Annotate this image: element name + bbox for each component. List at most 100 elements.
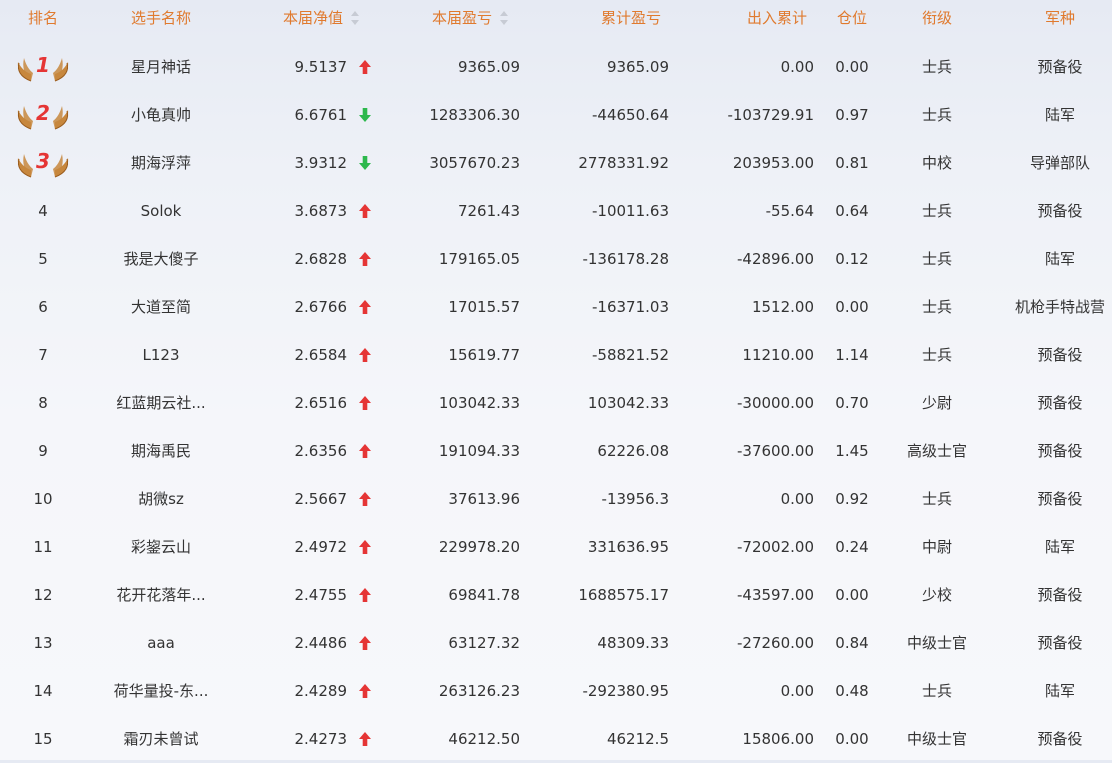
inout-value: 203953.00 xyxy=(732,154,814,172)
table-row[interactable]: 8 红蓝期云社... 2.6516 103042.33 103042.33 -3… xyxy=(0,379,1112,427)
table-row[interactable]: 12 花开花落年... 2.4755 69841.78 1688575.17 -… xyxy=(0,571,1112,619)
pl-value: 103042.33 xyxy=(438,394,520,412)
rank-number: 2 xyxy=(36,101,50,125)
player-name[interactable]: 小龟真帅 xyxy=(80,91,242,139)
player-name[interactable]: 花开花落年... xyxy=(80,571,242,619)
position-value: 1.14 xyxy=(835,346,869,364)
player-name[interactable]: 荷华量投-东... xyxy=(80,667,242,715)
nav-value: 2.6356 xyxy=(294,442,348,460)
rank-cell: 5 xyxy=(14,235,72,283)
position-value: 0.92 xyxy=(835,490,869,508)
table-header: 排名 选手名称 本届净值 本届盈亏 累计盈亏 出入累计 仓位 衔级 军种 xyxy=(0,0,1112,38)
pl-value: 46212.50 xyxy=(448,730,520,748)
header-pl[interactable]: 本届盈亏 xyxy=(432,0,532,38)
up-arrow-icon xyxy=(358,443,372,459)
rank-number: 7 xyxy=(38,346,48,364)
table-row[interactable]: 4 Solok 3.6873 7261.43 -10011.63 -55.64 … xyxy=(0,187,1112,235)
inout-value: -30000.00 xyxy=(737,394,814,412)
branch-value: 预备役 xyxy=(1037,730,1083,748)
rank-cell: 13 xyxy=(14,619,72,667)
table-row[interactable]: 2 小龟真帅 6.6761 1283306.30 -44650.64 -1037… xyxy=(0,91,1112,139)
table-row[interactable]: 3 期海浮萍 3.9312 3057670.23 2778331.92 2039… xyxy=(0,139,1112,187)
player-name[interactable]: aaa xyxy=(80,619,242,667)
player-name[interactable]: 期海浮萍 xyxy=(80,139,242,187)
rank-cell: 1 xyxy=(14,43,72,91)
header-name: 选手名称 xyxy=(130,9,191,27)
pl-value: 37613.96 xyxy=(448,490,520,508)
header-cum-pl: 累计盈亏 xyxy=(601,9,662,27)
player-name[interactable]: 胡微sz xyxy=(80,475,242,523)
cum-pl-value: 331636.95 xyxy=(587,538,669,556)
table-row[interactable]: 7 L123 2.6584 15619.77 -58821.52 11210.0… xyxy=(0,331,1112,379)
table-row[interactable]: 5 我是大傻子 2.6828 179165.05 -136178.28 -428… xyxy=(0,235,1112,283)
up-arrow-icon xyxy=(358,491,372,507)
table-row[interactable]: 11 彩鋆云山 2.4972 229978.20 331636.95 -7200… xyxy=(0,523,1112,571)
inout-value: -72002.00 xyxy=(737,538,814,556)
position-value: 0.70 xyxy=(835,394,869,412)
nav-value: 9.5137 xyxy=(294,58,348,76)
position-value: 0.00 xyxy=(835,586,869,604)
rank-cell: 14 xyxy=(14,667,72,715)
down-arrow-icon xyxy=(358,155,372,171)
pl-value: 69841.78 xyxy=(448,586,520,604)
nav-value: 2.4289 xyxy=(294,682,348,700)
nav-value: 2.4273 xyxy=(294,730,348,748)
rank-number: 8 xyxy=(38,394,48,412)
player-name[interactable]: 期海禹民 xyxy=(80,427,242,475)
table-row[interactable]: 13 aaa 2.4486 63127.32 48309.33 -27260.0… xyxy=(0,619,1112,667)
inout-value: -42896.00 xyxy=(737,250,814,268)
cum-pl-value: 62226.08 xyxy=(597,442,669,460)
table-row[interactable]: 10 胡微sz 2.5667 37613.96 -13956.3 0.00 0.… xyxy=(0,475,1112,523)
table-row[interactable]: 14 荷华量投-东... 2.4289 263126.23 -292380.95… xyxy=(0,667,1112,715)
rank-cell: 6 xyxy=(14,283,72,331)
nav-value: 3.9312 xyxy=(294,154,348,172)
player-name[interactable]: 红蓝期云社... xyxy=(80,379,242,427)
player-name[interactable]: Solok xyxy=(80,187,242,235)
rank-number: 15 xyxy=(33,730,53,748)
up-arrow-icon xyxy=(358,683,372,699)
header-title: 衔级 xyxy=(921,9,952,27)
up-arrow-icon xyxy=(358,731,372,747)
pl-value: 7261.43 xyxy=(457,202,520,220)
table-row[interactable]: 15 霜刃未曾试 2.4273 46212.50 46212.5 15806.0… xyxy=(0,715,1112,763)
sort-icon[interactable] xyxy=(500,10,509,25)
inout-value: -43597.00 xyxy=(737,586,814,604)
cum-pl-value: 9365.09 xyxy=(606,58,669,76)
rank-number: 11 xyxy=(33,538,53,556)
rank-cell: 12 xyxy=(14,571,72,619)
title-value: 高级士官 xyxy=(906,442,967,460)
pl-value: 229978.20 xyxy=(438,538,520,556)
up-arrow-icon xyxy=(358,251,372,267)
player-name[interactable]: 霜刃未曾试 xyxy=(80,715,242,763)
up-arrow-icon xyxy=(358,539,372,555)
rank-badge-icon: 1 xyxy=(16,50,70,84)
player-name[interactable]: 大道至简 xyxy=(80,283,242,331)
position-value: 0.97 xyxy=(835,106,869,124)
nav-value: 2.4755 xyxy=(294,586,348,604)
rank-number: 5 xyxy=(38,250,48,268)
table-row[interactable]: 1 星月神话 9.5137 9365.09 9365.09 0.00 0.00 … xyxy=(0,43,1112,91)
pl-value: 3057670.23 xyxy=(429,154,520,172)
nav-value: 2.6828 xyxy=(294,250,348,268)
sort-icon[interactable] xyxy=(351,10,360,25)
cum-pl-value: 2778331.92 xyxy=(578,154,669,172)
title-value: 士兵 xyxy=(921,298,952,316)
header-branch: 军种 xyxy=(1044,9,1075,27)
player-name[interactable]: 星月神话 xyxy=(80,43,242,91)
up-arrow-icon xyxy=(358,59,372,75)
branch-value: 陆军 xyxy=(1044,682,1075,700)
up-arrow-icon xyxy=(358,395,372,411)
player-name[interactable]: L123 xyxy=(80,331,242,379)
nav-value: 2.5667 xyxy=(294,490,348,508)
rank-cell: 4 xyxy=(14,187,72,235)
table-row[interactable]: 9 期海禹民 2.6356 191094.33 62226.08 -37600.… xyxy=(0,427,1112,475)
table-row[interactable]: 6 大道至简 2.6766 17015.57 -16371.03 1512.00… xyxy=(0,283,1112,331)
position-value: 0.00 xyxy=(835,730,869,748)
position-value: 0.64 xyxy=(835,202,869,220)
header-rank: 排名 xyxy=(27,9,58,27)
pl-value: 191094.33 xyxy=(438,442,520,460)
player-name[interactable]: 彩鋆云山 xyxy=(80,523,242,571)
branch-value: 机枪手特战营 xyxy=(1014,298,1105,316)
player-name[interactable]: 我是大傻子 xyxy=(80,235,242,283)
header-nav[interactable]: 本届净值 xyxy=(283,0,383,38)
